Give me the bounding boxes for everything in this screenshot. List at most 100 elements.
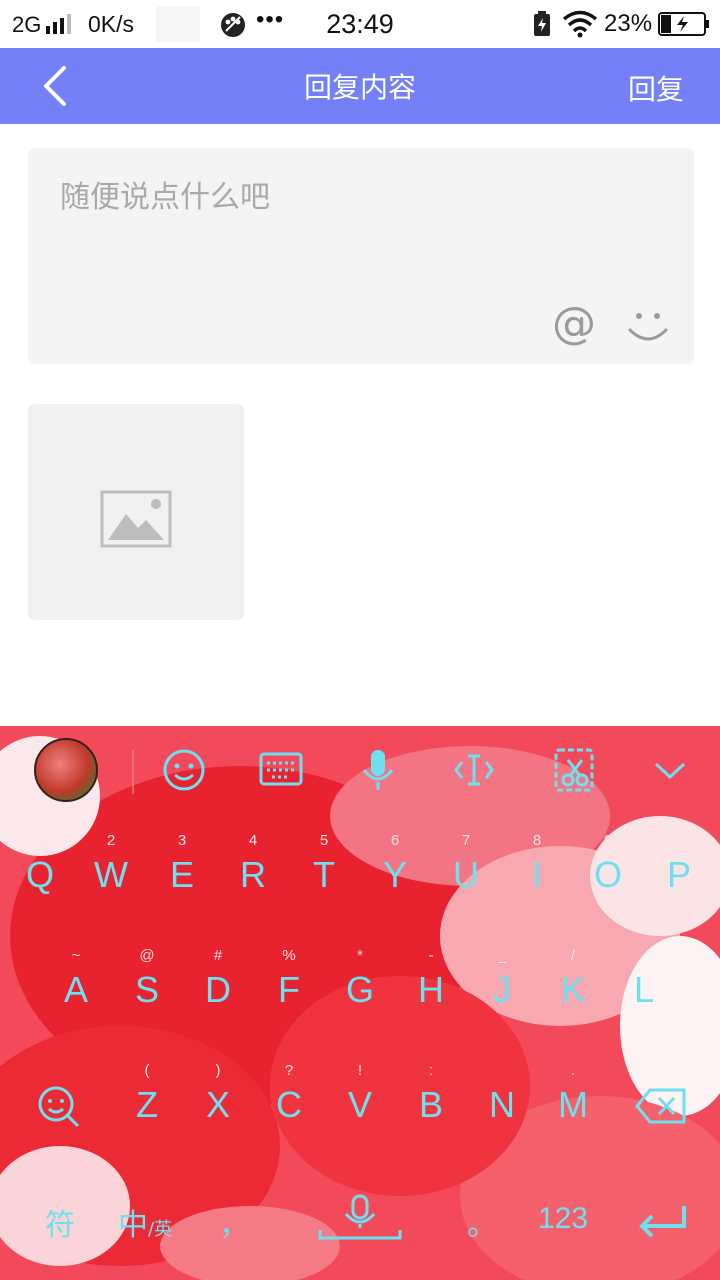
image-placeholder-icon	[100, 490, 172, 548]
key-w[interactable]: 2W	[76, 832, 146, 942]
key-letter: G	[345, 969, 374, 1010]
key-p[interactable]: 0P	[644, 832, 714, 942]
key-hint: !	[357, 1062, 363, 1079]
key-letter: E	[169, 854, 194, 895]
key-hint: 7	[461, 832, 471, 849]
key-hint: 4	[248, 832, 258, 849]
status-bar: 2G 0K/s ••• 23:49 23%	[0, 0, 720, 48]
key-letter: H	[418, 969, 444, 1010]
key-letter: Q	[25, 854, 54, 895]
key-letter: T	[313, 854, 335, 895]
key-v[interactable]: ! V	[325, 1062, 395, 1172]
cursor-edit-icon[interactable]	[448, 744, 500, 796]
key-hint: 6	[390, 832, 400, 849]
key-f[interactable]: % F	[254, 947, 324, 1057]
collapse-keyboard-icon[interactable]	[644, 744, 696, 796]
key-hint: .	[570, 1062, 576, 1079]
key-e[interactable]: 3E	[147, 832, 217, 942]
reply-editor: @	[28, 148, 694, 364]
key-hint: 5	[319, 832, 329, 849]
emoji-icon[interactable]	[626, 304, 670, 348]
key-hint: #	[213, 947, 223, 964]
wifi-icon	[562, 10, 598, 38]
key-hint: /	[570, 947, 576, 964]
key-h[interactable]: -H	[396, 947, 466, 1057]
key-letter: O	[593, 854, 622, 895]
key-r[interactable]: 4R	[218, 832, 288, 942]
page-title: 回复内容	[303, 71, 416, 104]
battery-saver-icon	[534, 11, 550, 36]
reply-input[interactable]	[58, 170, 662, 294]
microphone-icon[interactable]	[352, 744, 404, 796]
key-b[interactable]: :B	[396, 1062, 466, 1172]
key-k[interactable]: / K	[538, 947, 608, 1057]
key-u[interactable]: 7U	[431, 832, 501, 942]
enter-icon[interactable]	[636, 1204, 690, 1240]
key-c[interactable]: ? C	[254, 1062, 324, 1172]
clipboard-scissors-icon[interactable]	[548, 744, 600, 796]
battery-icon	[658, 12, 709, 36]
key-letter: P	[666, 854, 691, 895]
emoji-panel-icon[interactable]	[158, 744, 210, 796]
key-letter: I	[531, 854, 542, 895]
toolbar-divider	[132, 750, 134, 794]
key-hint: 8	[532, 832, 542, 849]
key-letter: N	[489, 1084, 515, 1125]
key-letter: W	[94, 854, 128, 895]
key-letter: M	[558, 1084, 588, 1125]
search-key-icon[interactable]	[34, 1082, 82, 1130]
key-letter: Z	[136, 1084, 158, 1125]
key-n[interactable]: N	[467, 1062, 537, 1172]
key-g[interactable]: * G	[325, 947, 395, 1057]
key-letter: R	[240, 854, 266, 895]
key-hint: )	[215, 1062, 221, 1079]
key-y[interactable]: 6Y	[360, 832, 430, 942]
backspace-icon[interactable]	[634, 1086, 688, 1126]
key-hint: -	[428, 947, 434, 964]
battery-percent: 23%	[604, 10, 653, 37]
key-hint: _	[497, 947, 507, 964]
key-x[interactable]: ) X	[183, 1062, 253, 1172]
key-letter: K	[560, 969, 585, 1010]
numbers-key[interactable]: 123	[528, 1202, 598, 1236]
key-hint: 0	[674, 832, 684, 849]
key-letter: X	[205, 1084, 230, 1125]
key-a[interactable]: ~ A	[41, 947, 111, 1057]
soft-keyboard: 1 Q 2 W 3 E 4 R 5 T 6 Y 7 U 8 I 9 O 0 P ~ A @ S # D% F * G - H _ J / K L(Z)…	[0, 726, 720, 1280]
mention-button[interactable]: @	[552, 298, 596, 349]
key-s[interactable]: @ S	[112, 947, 182, 1057]
key-letter: L	[633, 969, 655, 1010]
key-hint: :	[428, 1062, 434, 1079]
key-letter: C	[276, 1084, 302, 1125]
keyboard-toolbar	[0, 726, 720, 816]
key-hint: 9	[603, 832, 613, 849]
key-letter: D	[205, 969, 231, 1010]
key-i[interactable]: 8I	[502, 832, 572, 942]
key-hint: (	[144, 1062, 150, 1079]
key-j[interactable]: _ J	[467, 947, 537, 1057]
reply-button[interactable]: 回复	[628, 68, 684, 108]
key-q[interactable]: 1Q	[5, 832, 75, 942]
key-z[interactable]: (Z	[112, 1062, 182, 1172]
key-t[interactable]: 5T	[289, 832, 359, 942]
symbols-key[interactable]: 符	[30, 1200, 90, 1244]
keyboard-skin-avatar[interactable]	[34, 738, 98, 802]
keyboard-layout-icon[interactable]	[255, 744, 307, 796]
key-letter: V	[347, 1084, 372, 1125]
period-key[interactable]: 。	[462, 1200, 502, 1244]
key-letter: J	[493, 969, 511, 1010]
key-hint: 2	[106, 832, 116, 849]
key-o[interactable]: 9O	[573, 832, 643, 942]
key-hint: ~	[71, 947, 81, 964]
add-image-button[interactable]	[28, 404, 244, 620]
comma-key[interactable]: ，	[214, 1200, 254, 1244]
key-d[interactable]: # D	[183, 947, 253, 1057]
language-switch-key[interactable]: 中/英	[118, 1200, 208, 1244]
key-m[interactable]: .M	[538, 1062, 608, 1172]
language-main-label: 中	[118, 1208, 148, 1243]
key-letter: S	[134, 969, 159, 1010]
key-hint: 1	[35, 832, 45, 849]
space-voice-key[interactable]	[316, 1194, 404, 1242]
key-l[interactable]: L	[609, 947, 679, 1057]
language-alt-label: /英	[148, 1219, 173, 1240]
